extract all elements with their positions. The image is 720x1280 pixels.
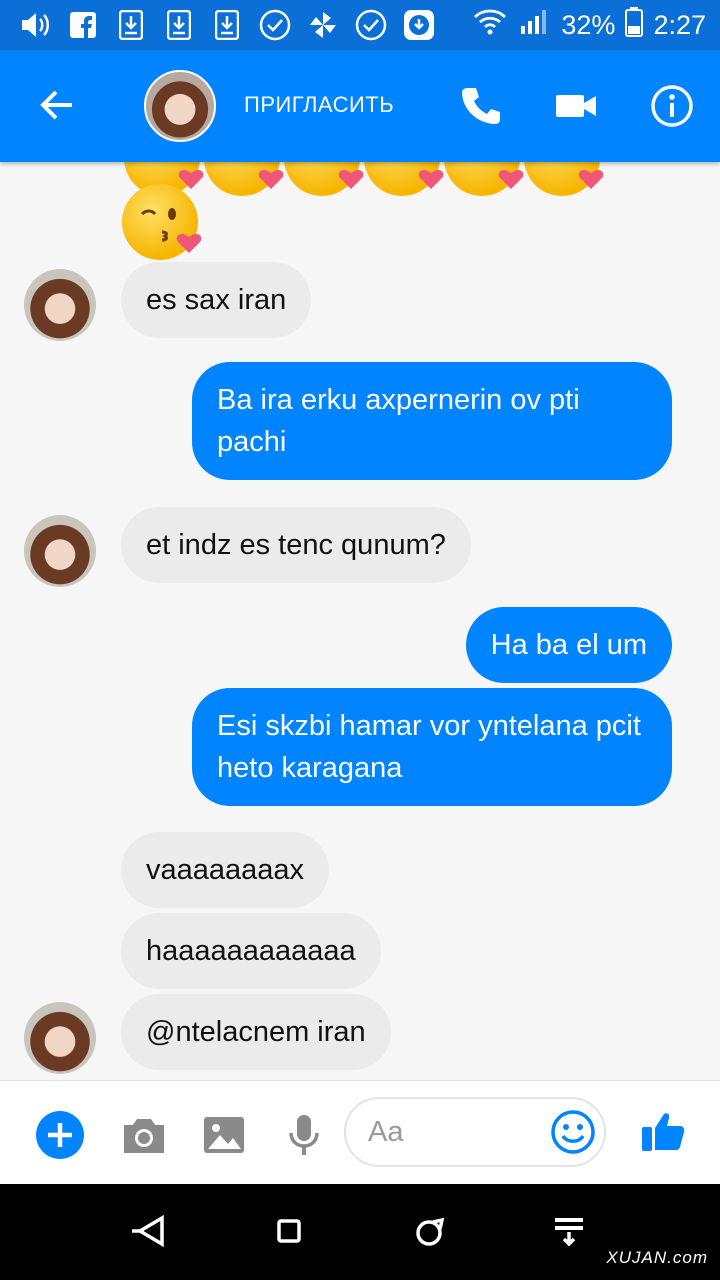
signal-icon	[517, 8, 551, 43]
kiss-emoji-icon	[364, 162, 444, 196]
video-call-icon[interactable]	[554, 84, 598, 128]
contact-avatar[interactable]	[24, 269, 96, 341]
outgoing-message[interactable]: Ha ba el um	[465, 607, 672, 683]
wifi-icon	[473, 7, 507, 44]
pinwheel-icon	[306, 8, 340, 42]
kiss-emoji-icon[interactable]	[122, 184, 202, 260]
system-nav-bar: XUJAN.com	[0, 1184, 720, 1280]
download-icon	[114, 8, 148, 42]
contact-avatar[interactable]	[24, 515, 96, 587]
outgoing-message[interactable]: Esi skzbi hamar vor yntelana pcit heto k…	[192, 688, 672, 806]
image-icon[interactable]	[200, 1111, 248, 1159]
invite-button[interactable]: ПРИГЛАСИТЬ	[244, 92, 394, 118]
download-circle-icon	[402, 8, 436, 42]
kiss-emoji-icon	[284, 162, 364, 196]
contact-avatar[interactable]	[144, 70, 216, 142]
outgoing-message[interactable]: Ba ira erku axpernerin ov pti pachi	[192, 362, 672, 480]
battery-percent: 32%	[561, 9, 616, 40]
incoming-message[interactable]: es sax iran	[121, 262, 312, 338]
watermark-text: XUJAN.com	[606, 1248, 708, 1267]
add-icon[interactable]	[36, 1111, 84, 1159]
nav-back-icon[interactable]	[128, 1208, 174, 1254]
check-circle-icon	[258, 8, 292, 42]
camera-icon[interactable]	[120, 1111, 168, 1159]
kiss-emoji-icon	[524, 162, 604, 196]
kiss-emoji-icon	[444, 162, 524, 196]
conversation-header: ПРИГЛАСИТЬ	[0, 50, 720, 162]
emoji-smile-icon[interactable]	[550, 1109, 596, 1155]
clock-time: 2:27	[653, 9, 706, 40]
check-circle-icon	[354, 8, 388, 42]
message-composer: Aa	[0, 1080, 720, 1185]
microphone-icon[interactable]	[280, 1111, 328, 1159]
facebook-icon	[66, 8, 100, 42]
status-bar: 32% 2:27	[0, 0, 720, 50]
incoming-message[interactable]: vaaaaaaaax	[121, 832, 330, 908]
nav-home-icon[interactable]	[266, 1208, 312, 1254]
download-icon	[162, 8, 196, 42]
back-button[interactable]	[34, 82, 80, 128]
battery-icon	[625, 6, 644, 44]
thumbs-up-icon[interactable]	[640, 1107, 688, 1155]
info-icon[interactable]	[650, 84, 694, 128]
download-icon	[210, 8, 244, 42]
nav-notification-icon[interactable]	[546, 1208, 592, 1254]
message-thread[interactable]: es sax iran Ba ira erku axpernerin ov pt…	[0, 162, 720, 1080]
incoming-message[interactable]: et indz es tenc qunum?	[121, 507, 471, 583]
nav-recents-icon[interactable]	[406, 1208, 452, 1254]
contact-avatar[interactable]	[24, 1002, 96, 1074]
phone-call-icon[interactable]	[458, 84, 502, 128]
volume-icon	[18, 8, 52, 42]
incoming-message[interactable]: @ntelacnem iran	[121, 994, 391, 1070]
incoming-message[interactable]: haaaaaaaaaaaa	[121, 913, 381, 989]
kiss-emoji-icon	[204, 162, 284, 196]
